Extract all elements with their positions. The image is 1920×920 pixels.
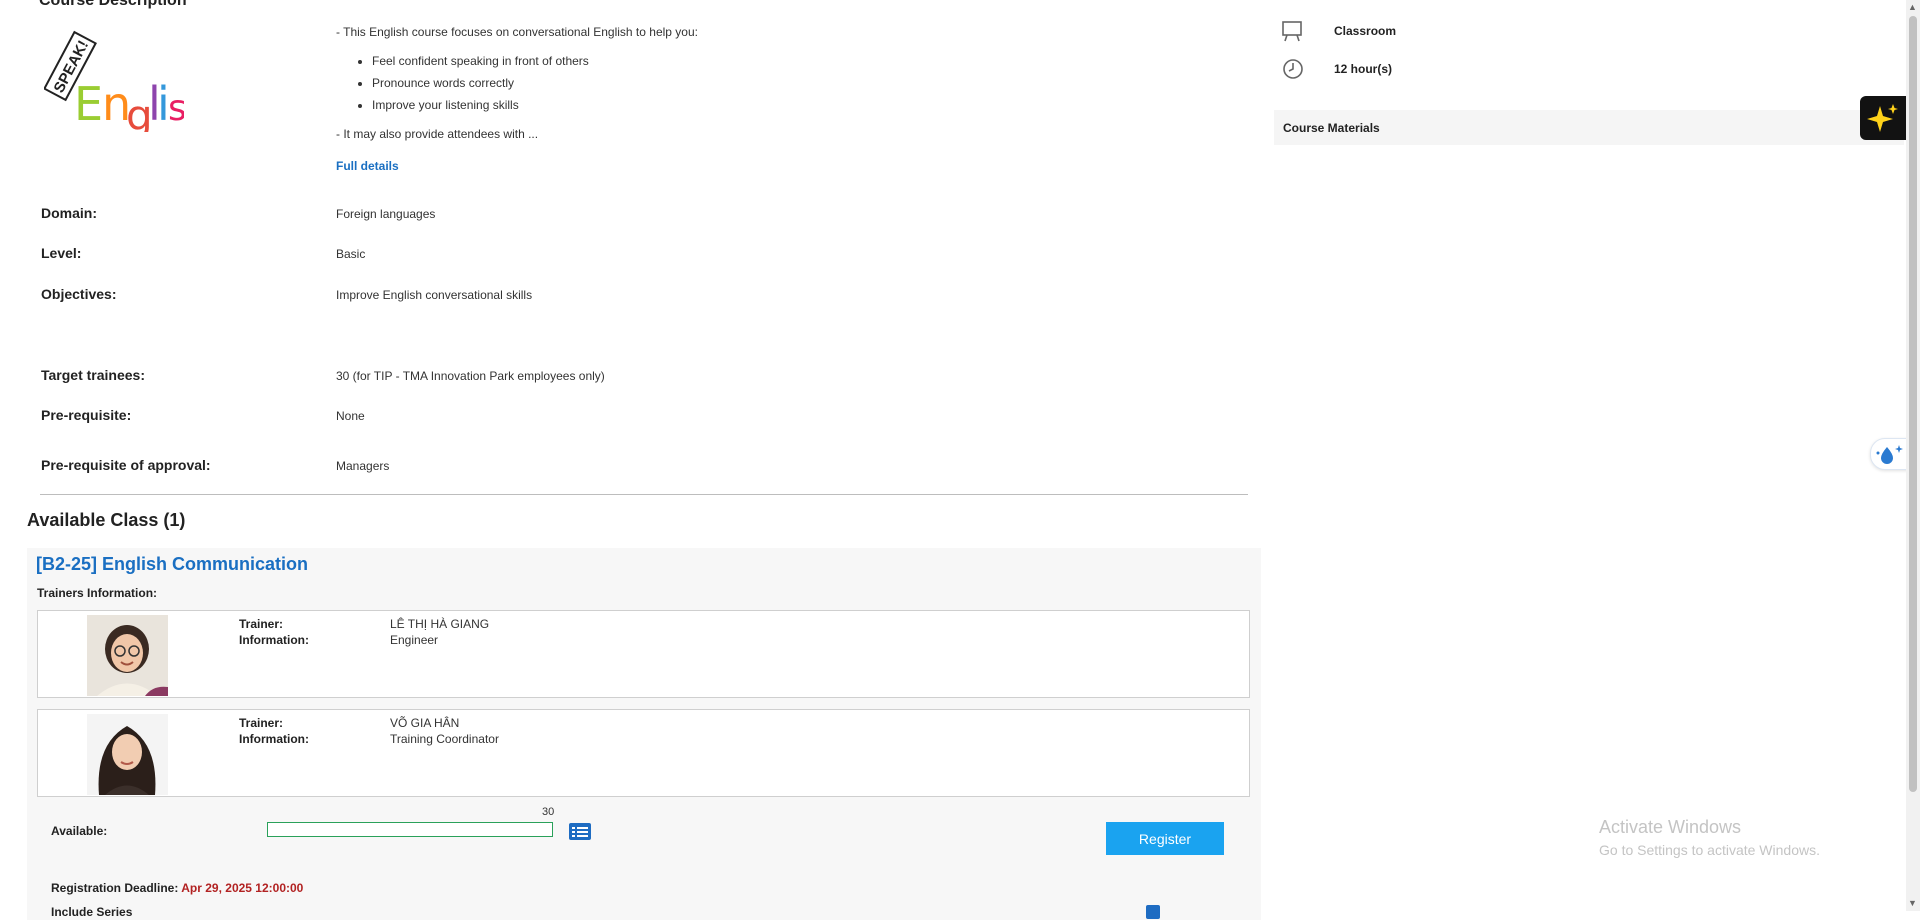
include-series-checkbox[interactable] (1146, 905, 1160, 919)
svg-text:E: E (74, 77, 103, 131)
scroll-up-arrow-icon[interactable]: ▲ (1908, 2, 1917, 12)
clock-icon (1282, 58, 1304, 80)
trainer-name: LÊ THỊ HÀ GIANG (390, 617, 490, 631)
svg-text:s: s (168, 88, 184, 129)
include-series-label: Include Series (51, 905, 133, 919)
full-details-link[interactable]: Full details (336, 159, 399, 173)
sparkle-icon[interactable] (1860, 96, 1906, 140)
objectives-value: Improve English conversational skills (336, 288, 533, 302)
trainer-card (37, 610, 1250, 698)
prerequisite-approval-value: Managers (336, 459, 390, 473)
level-value: Basic (336, 247, 366, 261)
trainer-label: Trainer: (239, 716, 284, 730)
description-bullet: Feel confident speaking in front of othe… (372, 50, 1236, 72)
registration-deadline-value: Apr 29, 2025 12:00:00 (181, 881, 304, 895)
trainer-name: VÕ GIA HÂN (390, 716, 460, 730)
description-intro: - This English course focuses on convers… (336, 25, 698, 39)
trainer-label: Trainer: (239, 617, 284, 631)
registration-deadline: Registration Deadline: Apr 29, 2025 12:0… (51, 881, 303, 895)
objectives-label: Objectives: (41, 286, 117, 302)
scroll-down-arrow-icon[interactable]: ▼ (1908, 898, 1917, 908)
description-bullets: Feel confident speaking in front of othe… (336, 50, 1236, 116)
description-extra: - It may also provide attendees with ... (336, 127, 539, 141)
target-trainees-label: Target trainees: (41, 367, 145, 383)
droplet-sparkle-icon[interactable] (1870, 438, 1910, 470)
list-icon[interactable] (569, 823, 591, 840)
course-description-heading: Course Description (39, 0, 187, 9)
description-bullet: Improve your listening skills (372, 94, 1236, 116)
easel-icon (1281, 20, 1303, 42)
information-label: Information: (239, 732, 309, 746)
delivery-type: Classroom (1334, 24, 1397, 38)
section-divider (40, 494, 1248, 495)
availability-progress-bar (267, 822, 553, 837)
trainer-photo (87, 714, 168, 795)
domain-label: Domain: (41, 205, 97, 221)
available-class-title: Available Class (1) (27, 510, 186, 530)
description-bullet: Pronounce words correctly (372, 72, 1236, 94)
course-logo: SPEAK! E n g l i s (43, 22, 187, 140)
information-label: Information: (239, 633, 309, 647)
trainer-information: Training Coordinator (390, 732, 499, 746)
target-trainees-value: 30 (for TIP - TMA Innovation Park employ… (336, 369, 605, 383)
domain-value: Foreign languages (336, 207, 436, 221)
trainers-info-label: Trainers Information: (37, 586, 158, 600)
prerequisite-label: Pre-requisite: (41, 407, 132, 423)
trainer-information: Engineer (390, 633, 439, 647)
class-title-link[interactable]: [B2-25] English Communication (36, 554, 308, 575)
available-label: Available: (51, 824, 108, 838)
capacity-count: 30 (542, 806, 555, 818)
duration: 12 hour(s) (1334, 62, 1393, 76)
course-description: - This English course focuses on convers… (336, 24, 1236, 184)
scrollbar-thumb[interactable] (1909, 16, 1917, 792)
prerequisite-approval-label: Pre-requisite of approval: (41, 457, 211, 473)
trainer-card (37, 709, 1250, 797)
activate-windows-title: Activate Windows (1599, 817, 1742, 837)
activate-windows-subtitle: Go to Settings to activate Windows. (1599, 842, 1820, 858)
registration-deadline-label: Registration Deadline: (51, 881, 179, 895)
register-button[interactable]: Register (1106, 822, 1224, 855)
prerequisite-value: None (336, 409, 365, 423)
trainer-photo (87, 615, 168, 696)
course-materials-label: Course Materials (1283, 121, 1380, 135)
level-label: Level: (41, 245, 82, 261)
